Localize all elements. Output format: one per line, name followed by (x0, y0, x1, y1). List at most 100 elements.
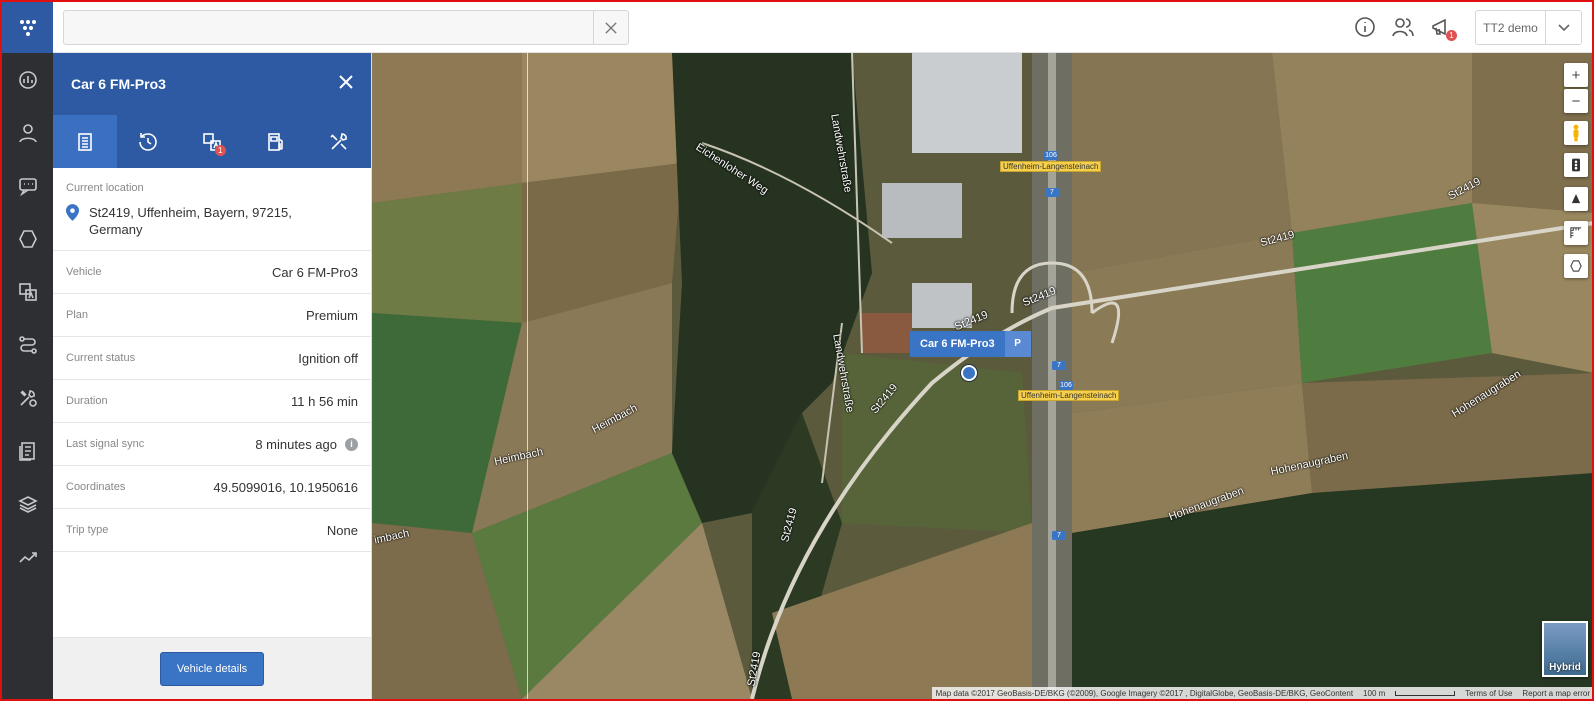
detail-key: Current status (66, 352, 136, 364)
clear-search-button[interactable] (593, 11, 628, 44)
notification-badge: 1 (1446, 30, 1457, 41)
panel-header: Car 6 FM-Pro3 (53, 53, 371, 115)
location-address: St2419, Uffenheim, Bayern, 97215, German… (66, 204, 358, 238)
tasks-icon[interactable] (2, 424, 53, 477)
street-view-pegman-icon[interactable] (1564, 121, 1588, 145)
tab-details[interactable] (53, 115, 117, 168)
vehicle-marker[interactable] (961, 365, 977, 381)
logo-icon[interactable] (2, 2, 53, 53)
detail-row-duration: Duration 11 h 56 min (53, 380, 371, 423)
route-shield: 106 (1059, 381, 1073, 390)
detail-key: Vehicle (66, 266, 102, 278)
fuel-icon (267, 132, 283, 151)
account-selector[interactable]: TT2 demo (1475, 10, 1582, 45)
tab-history[interactable] (117, 115, 181, 168)
vehicle-panel: Car 6 FM-Pro3 1 Current location St2419,… (53, 53, 372, 699)
detail-row-coordinates: Coordinates 49.5099016, 10.1950616 (53, 466, 371, 509)
messages-icon[interactable] (2, 159, 53, 212)
top-icons: 1 (1354, 16, 1457, 41)
history-icon (139, 132, 158, 151)
close-panel-button[interactable] (339, 74, 353, 94)
search-input[interactable] (64, 11, 594, 44)
routes-icon[interactable] (2, 318, 53, 371)
app-window: 1 TT2 demo Car 6 FM-Pro3 1 Current locat… (0, 0, 1594, 701)
vehicle-marker-name: Car 6 FM-Pro3 (910, 331, 1005, 357)
detail-value: 11 h 56 min (291, 393, 358, 409)
account-name: TT2 demo (1483, 20, 1538, 35)
detail-key: Trip type (66, 524, 109, 536)
zoom-in-button[interactable]: + (1564, 63, 1588, 87)
route-shield: 7 (1052, 531, 1066, 540)
dashboard-icon[interactable] (2, 53, 53, 106)
detail-row-plan: Plan Premium (53, 294, 371, 337)
scale-bar (1395, 690, 1456, 696)
detail-value: Ignition off (298, 350, 358, 366)
address-line-1: St2419, Uffenheim, Bayern, 97215, (89, 205, 292, 220)
detail-value: 8 minutes ago (255, 436, 337, 452)
panel-title: Car 6 FM-Pro3 (71, 76, 166, 92)
reports-icon[interactable] (2, 265, 53, 318)
detail-row-vehicle: Vehicle Car 6 FM-Pro3 (53, 251, 371, 294)
users-icon[interactable] (1392, 16, 1414, 38)
location-pin-icon (66, 204, 79, 221)
measure-line (527, 53, 528, 699)
detail-value: None (326, 522, 358, 538)
chevron-down-icon[interactable] (1545, 11, 1581, 44)
tab-fuel[interactable] (244, 115, 308, 168)
zoom-out-button[interactable]: − (1564, 89, 1588, 113)
tools-icon (330, 132, 348, 150)
map-type-toggle[interactable]: Hybrid (1542, 621, 1588, 677)
vehicle-details-button[interactable]: Vehicle details (160, 651, 264, 686)
tab-events[interactable]: 1 (180, 115, 244, 168)
info-icon[interactable] (1354, 16, 1376, 38)
close-icon (605, 21, 617, 34)
current-location: Current location St2419, Uffenheim, Baye… (53, 168, 371, 251)
panel-footer: Vehicle details (53, 637, 371, 699)
notifications-icon[interactable]: 1 (1430, 16, 1457, 41)
address-line-2: Germany (89, 222, 143, 237)
polygon-draw-icon[interactable] (1564, 254, 1588, 278)
detail-key: Plan (66, 309, 89, 321)
map-view[interactable]: Landwehrstraße Eichenloher Weg St2419 St… (372, 53, 1592, 699)
document-icon (77, 132, 92, 151)
traffic-layer-icon[interactable] (1564, 153, 1588, 177)
left-nav-rail (2, 2, 53, 699)
scale-label: 100 m (1363, 688, 1386, 698)
vehicle-marker-label[interactable]: Car 6 FM-Pro3 P (910, 331, 1031, 357)
info-icon[interactable]: i (345, 437, 358, 451)
top-bar: 1 TT2 demo (53, 2, 1592, 53)
detail-key: Last signal sync (66, 438, 145, 450)
maintenance-icon[interactable] (2, 371, 53, 424)
route-shield: 7 (1045, 188, 1059, 197)
detail-key: Coordinates (66, 481, 126, 493)
search-box (63, 10, 629, 45)
map-attribution: Map data ©2017 GeoBasis-DE/BKG (©2009), … (931, 687, 1592, 699)
layers-icon[interactable] (2, 477, 53, 530)
detail-value-wrap: 8 minutes ago i (255, 437, 358, 452)
analytics-icon[interactable] (2, 530, 53, 583)
geofence-icon[interactable] (2, 212, 53, 265)
user-icon[interactable] (2, 106, 53, 159)
highway-label: Uffenheim-Langensteinach (1018, 390, 1120, 401)
direction-arrow-icon[interactable] (1564, 187, 1588, 211)
map-type-label: Hybrid (1549, 662, 1581, 673)
attribution-text: Map data ©2017 GeoBasis-DE/BKG (©2009), … (935, 688, 1354, 698)
detail-value: Car 6 FM-Pro3 (272, 264, 358, 280)
terms-link[interactable]: Terms of Use (1465, 689, 1512, 698)
detail-value: 49.5099016, 10.1950616 (213, 479, 358, 495)
tab-service[interactable] (307, 115, 371, 168)
location-label: Current location (66, 182, 144, 194)
parking-badge: P (1004, 331, 1031, 357)
route-shield: 106 (1044, 151, 1058, 160)
detail-value: Premium (305, 307, 358, 323)
close-icon (339, 74, 353, 89)
detail-row-trip-type: Trip type None (53, 509, 371, 552)
panel-tabs: 1 (53, 115, 371, 168)
satellite-imagery (372, 53, 1592, 699)
detail-key: Duration (66, 395, 108, 407)
route-shield: 7 (1052, 361, 1066, 370)
report-error-link[interactable]: Report a map error (1522, 689, 1590, 698)
detail-row-signal: Last signal sync 8 minutes ago i (53, 423, 371, 466)
ruler-icon[interactable] (1564, 221, 1588, 245)
detail-row-status: Current status Ignition off (53, 337, 371, 380)
